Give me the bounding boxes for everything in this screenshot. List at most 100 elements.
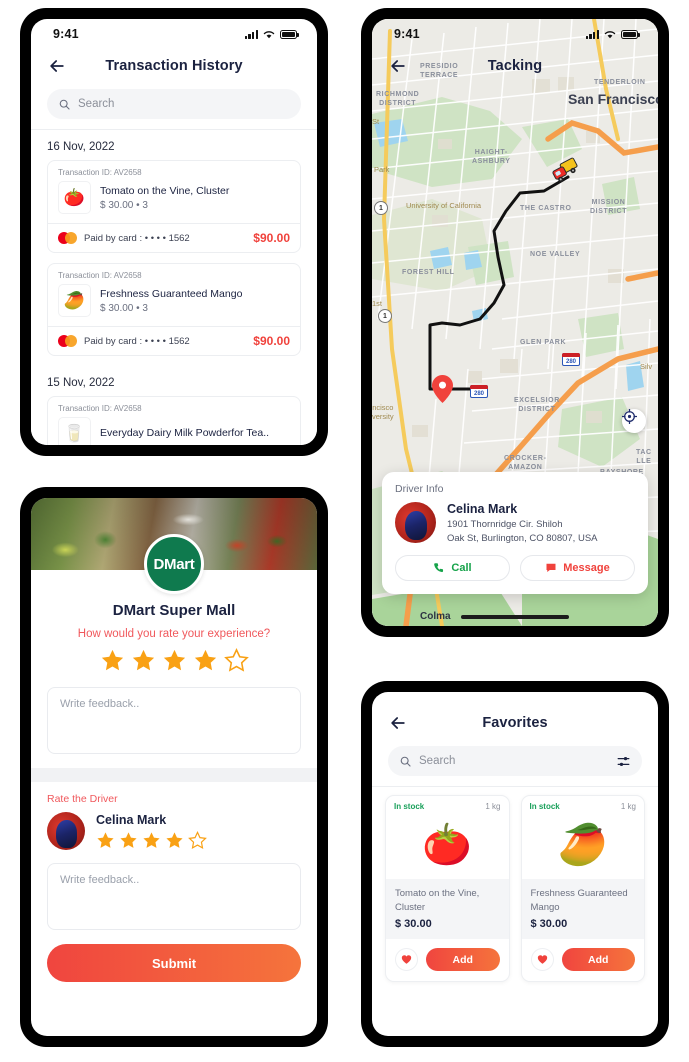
driver-rating-stars[interactable] bbox=[96, 830, 207, 850]
driver-info-label: Driver Info bbox=[395, 482, 444, 495]
back-arrow-icon[interactable] bbox=[388, 713, 408, 733]
route-1-icon: 1 bbox=[378, 309, 392, 323]
stock-badge: In stock bbox=[529, 802, 560, 811]
map-pin-icon bbox=[432, 375, 453, 403]
add-button[interactable]: Add bbox=[426, 948, 500, 971]
product-card-header: In stock 1 kg bbox=[386, 796, 509, 811]
search-icon bbox=[400, 756, 411, 767]
star-icon-filled[interactable] bbox=[131, 648, 156, 673]
driver-avatar bbox=[47, 812, 85, 850]
heart-icon[interactable] bbox=[530, 948, 554, 971]
status-time: 9:41 bbox=[394, 27, 420, 41]
filter-icon[interactable] bbox=[617, 755, 630, 768]
date-group-header: 16 Nov, 2022 bbox=[47, 141, 115, 153]
add-button[interactable]: Add bbox=[561, 948, 635, 971]
transaction-id: Transaction ID: AV2658 bbox=[58, 271, 142, 280]
transaction-card[interactable]: Transaction ID: AV2658 🥭 Freshness Guara… bbox=[47, 263, 301, 356]
driver-info-card: Driver Info Celina Mark 1901 Thornridge … bbox=[382, 471, 648, 594]
product-meta: Freshness Guaranteed Mango $ 30.00 bbox=[521, 879, 644, 939]
page-title: Favorites bbox=[482, 715, 548, 731]
star-icon-filled[interactable] bbox=[162, 648, 187, 673]
transaction-id: Transaction ID: AV2658 bbox=[58, 168, 142, 177]
paid-by-card-label: Paid by card : • • • • 1562 bbox=[84, 335, 190, 347]
search-icon bbox=[59, 99, 70, 110]
mall-name: DMart Super Mall bbox=[112, 602, 236, 619]
battery-icon bbox=[280, 29, 299, 39]
call-label: Call bbox=[451, 562, 472, 574]
star-icon-filled[interactable] bbox=[96, 831, 115, 850]
screen-transaction-history: 9:41 Transaction History Search 16 Nov, … bbox=[31, 19, 317, 445]
star-icon-filled[interactable] bbox=[142, 831, 161, 850]
phone-transaction-history: 9:41 Transaction History Search 16 Nov, … bbox=[20, 8, 328, 456]
transaction-card[interactable]: Transaction ID: AV2658 🥛 Everyday Dairy … bbox=[47, 396, 301, 445]
stock-badge: In stock bbox=[394, 802, 425, 811]
star-icon-filled[interactable] bbox=[100, 648, 125, 673]
back-arrow-icon[interactable] bbox=[47, 56, 67, 76]
paid-by-card-label: Paid by card : • • • • 1562 bbox=[84, 232, 190, 244]
message-label: Message bbox=[563, 562, 610, 574]
product-price-qty: $ 30.00 • 3 bbox=[100, 200, 148, 212]
store-feedback-placeholder: Write feedback.. bbox=[60, 698, 140, 710]
delivery-truck-icon bbox=[552, 157, 578, 182]
product-name: Tomato on the Vine, Cluster bbox=[100, 184, 230, 197]
product-price-qty: $ 30.00 • 3 bbox=[100, 303, 148, 315]
star-icon-filled[interactable] bbox=[119, 831, 138, 850]
product-price: $ 30.00 bbox=[530, 918, 568, 930]
product-weight: 1 kg bbox=[485, 802, 501, 811]
driver-feedback-placeholder: Write feedback.. bbox=[60, 874, 140, 886]
message-button[interactable]: Message bbox=[520, 555, 635, 581]
call-button[interactable]: Call bbox=[395, 555, 510, 581]
screenshot-canvas: 9:41 Transaction History Search 16 Nov, … bbox=[0, 0, 689, 1062]
star-icon-empty[interactable] bbox=[188, 830, 207, 850]
battery-icon bbox=[621, 29, 640, 39]
star-icon-filled[interactable] bbox=[165, 831, 184, 850]
heart-icon[interactable] bbox=[395, 948, 418, 971]
star-icon-empty[interactable] bbox=[223, 648, 249, 673]
driver-rating-row: Celina Mark bbox=[31, 812, 317, 850]
search-container-favorites: Search bbox=[372, 740, 658, 786]
status-time: 9:41 bbox=[53, 27, 79, 41]
nav-bar-tracking: Tacking bbox=[372, 49, 658, 83]
search-container-history: Search bbox=[31, 83, 317, 129]
product-actions: Add bbox=[386, 939, 509, 981]
back-arrow-icon[interactable] bbox=[388, 56, 408, 76]
phone-icon bbox=[434, 563, 444, 573]
phone-favorites: Favorites Search In stock 1 kg 🍅 Tomato … bbox=[361, 681, 669, 1047]
product-meta: Tomato on the Vine, Cluster $ 30.00 bbox=[386, 879, 509, 939]
driver-name: Celina Mark bbox=[96, 812, 167, 827]
store-feedback-input[interactable]: Write feedback.. bbox=[47, 687, 301, 754]
phone-tracking: San Francisco RICHMOND DISTRICT PRESIDIO T… bbox=[361, 8, 669, 637]
screen-favorites: Favorites Search In stock 1 kg 🍅 Tomato … bbox=[372, 692, 658, 1036]
transaction-card[interactable]: Transaction ID: AV2658 🍅 Tomato on the V… bbox=[47, 160, 301, 253]
screen-rating: DMart DMart Super Mall How would you rat… bbox=[31, 498, 317, 1036]
phone-rating: DMart DMart Super Mall How would you rat… bbox=[20, 487, 328, 1047]
highway-shield-280: 280 bbox=[469, 384, 489, 398]
page-title: Tacking bbox=[487, 58, 543, 74]
transaction-list[interactable]: 16 Nov, 2022 Transaction ID: AV2658 🍅 To… bbox=[31, 130, 317, 445]
status-icons bbox=[244, 29, 299, 39]
driver-feedback-input[interactable]: Write feedback.. bbox=[47, 863, 301, 930]
driver-row: Celina Mark 1901 Thornridge Cir. Shiloh … bbox=[395, 501, 635, 547]
search-input[interactable]: Search bbox=[47, 89, 301, 119]
product-thumbnail: 🥛 bbox=[58, 417, 91, 445]
product-card[interactable]: In stock 1 kg 🍅 Tomato on the Vine, Clus… bbox=[385, 795, 510, 982]
nav-bar-favorites: Favorites bbox=[372, 706, 658, 740]
star-icon-filled[interactable] bbox=[193, 648, 218, 673]
compass-icon[interactable] bbox=[622, 409, 646, 433]
submit-button[interactable]: Submit bbox=[47, 944, 301, 982]
dmart-logo: DMart bbox=[144, 534, 204, 594]
driver-address-line2: Oak St, Burlington, CO 80807, USA bbox=[447, 532, 598, 544]
driver-avatar bbox=[395, 501, 436, 543]
product-card[interactable]: In stock 1 kg 🥭 Freshness Guaranteed Man… bbox=[520, 795, 645, 982]
favorites-grid: In stock 1 kg 🍅 Tomato on the Vine, Clus… bbox=[372, 787, 658, 982]
transaction-payment-row: Paid by card : • • • • 1562 $90.00 bbox=[48, 223, 300, 252]
transaction-payment-row: Paid by card : • • • • 1562 $90.00 bbox=[48, 326, 300, 355]
driver-name: Celina Mark bbox=[447, 501, 518, 516]
highway-shield-280: 280 bbox=[561, 352, 581, 366]
product-card-header: In stock 1 kg bbox=[522, 796, 645, 811]
search-input[interactable]: Search bbox=[388, 746, 642, 776]
wifi-icon bbox=[604, 30, 616, 38]
store-rating-stars[interactable] bbox=[31, 648, 317, 673]
section-divider-band bbox=[31, 768, 317, 782]
message-icon bbox=[546, 563, 556, 573]
